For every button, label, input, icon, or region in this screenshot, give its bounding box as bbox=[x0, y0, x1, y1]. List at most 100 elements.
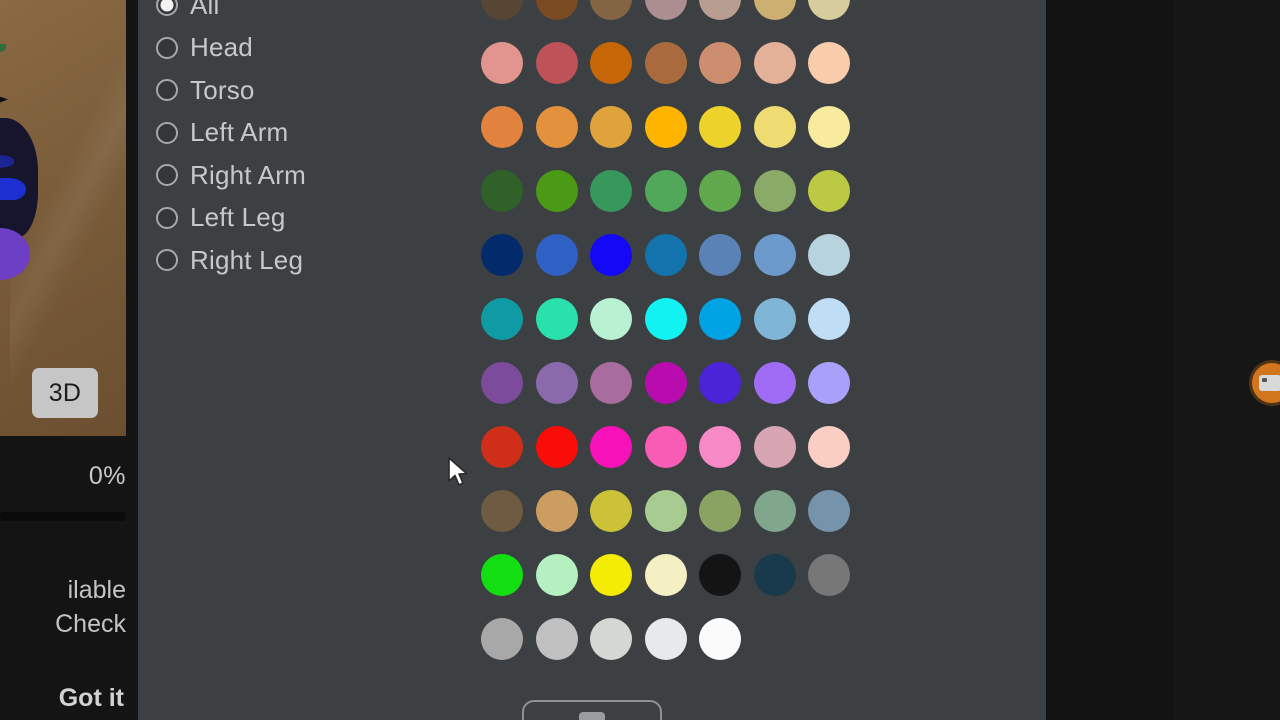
color-swatch[interactable] bbox=[808, 234, 850, 276]
color-swatch[interactable] bbox=[535, 298, 578, 340]
color-swatch[interactable] bbox=[644, 298, 687, 340]
color-picker-modal: All Head Torso Left Arm Right Arm Left Leg Rig… bbox=[138, 0, 1046, 720]
color-swatch[interactable] bbox=[535, 234, 578, 276]
color-swatch[interactable] bbox=[644, 426, 687, 468]
radio-icon[interactable] bbox=[156, 0, 178, 17]
color-swatch[interactable] bbox=[753, 490, 796, 532]
color-swatch[interactable] bbox=[753, 42, 796, 84]
color-swatch[interactable] bbox=[644, 0, 687, 20]
color-swatch-grid bbox=[481, 0, 881, 682]
color-swatch[interactable] bbox=[481, 618, 523, 660]
color-swatch[interactable] bbox=[753, 554, 796, 596]
color-swatch[interactable] bbox=[481, 554, 523, 596]
color-swatch[interactable] bbox=[699, 298, 741, 340]
color-swatch[interactable] bbox=[699, 426, 741, 468]
swatch-row bbox=[481, 234, 881, 298]
color-swatch[interactable] bbox=[808, 106, 850, 148]
body-part-option-right-arm[interactable]: Right Arm bbox=[156, 154, 456, 197]
color-swatch[interactable] bbox=[481, 234, 523, 276]
color-swatch[interactable] bbox=[535, 426, 578, 468]
color-swatch[interactable] bbox=[535, 490, 578, 532]
video-camera-icon-detail bbox=[1262, 378, 1267, 382]
color-swatch[interactable] bbox=[808, 298, 850, 340]
color-swatch[interactable] bbox=[808, 554, 850, 596]
color-swatch[interactable] bbox=[481, 298, 523, 340]
color-swatch[interactable] bbox=[535, 106, 578, 148]
body-part-label: Right Arm bbox=[190, 159, 306, 190]
color-swatch[interactable] bbox=[753, 426, 796, 468]
color-swatch[interactable] bbox=[644, 362, 687, 404]
body-part-label: Right Leg bbox=[190, 244, 304, 275]
color-swatch[interactable] bbox=[699, 42, 741, 84]
color-swatch[interactable] bbox=[590, 234, 632, 276]
color-swatch[interactable] bbox=[481, 362, 523, 404]
radio-icon[interactable] bbox=[156, 121, 178, 144]
progress-bar bbox=[0, 512, 126, 521]
color-swatch[interactable] bbox=[590, 490, 632, 532]
color-swatch[interactable] bbox=[644, 170, 687, 212]
color-swatch[interactable] bbox=[808, 42, 850, 84]
color-swatch[interactable] bbox=[590, 554, 632, 596]
color-swatch[interactable] bbox=[644, 42, 687, 84]
color-swatch[interactable] bbox=[481, 490, 523, 532]
color-swatch[interactable] bbox=[590, 618, 632, 660]
color-swatch[interactable] bbox=[590, 170, 632, 212]
color-swatch[interactable] bbox=[808, 170, 850, 212]
color-swatch[interactable] bbox=[753, 106, 796, 148]
color-swatch[interactable] bbox=[644, 234, 687, 276]
body-part-option-left-leg[interactable]: Left Leg bbox=[156, 197, 456, 240]
color-swatch[interactable] bbox=[481, 426, 523, 468]
color-swatch[interactable] bbox=[753, 170, 796, 212]
color-swatch[interactable] bbox=[535, 362, 578, 404]
color-swatch[interactable] bbox=[644, 554, 687, 596]
color-swatch[interactable] bbox=[699, 490, 741, 532]
color-swatch[interactable] bbox=[644, 106, 687, 148]
color-swatch[interactable] bbox=[699, 170, 741, 212]
color-swatch[interactable] bbox=[644, 490, 687, 532]
body-part-option-left-arm[interactable]: Left Arm bbox=[156, 112, 456, 155]
color-swatch[interactable] bbox=[590, 362, 632, 404]
color-swatch[interactable] bbox=[590, 426, 632, 468]
color-swatch[interactable] bbox=[644, 618, 687, 660]
color-swatch[interactable] bbox=[535, 42, 578, 84]
color-swatch[interactable] bbox=[535, 554, 578, 596]
color-swatch[interactable] bbox=[808, 362, 850, 404]
view-toggle-3d-button[interactable]: 3D bbox=[32, 368, 98, 418]
radio-icon[interactable] bbox=[156, 249, 178, 272]
color-swatch[interactable] bbox=[590, 0, 632, 20]
color-swatch[interactable] bbox=[590, 106, 632, 148]
color-swatch[interactable] bbox=[481, 170, 523, 212]
color-swatch[interactable] bbox=[481, 106, 523, 148]
radio-icon[interactable] bbox=[156, 164, 178, 187]
color-swatch[interactable] bbox=[699, 362, 741, 404]
color-swatch[interactable] bbox=[808, 426, 850, 468]
color-swatch[interactable] bbox=[699, 234, 741, 276]
body-part-option-all[interactable]: All bbox=[156, 0, 456, 27]
radio-icon[interactable] bbox=[156, 206, 178, 229]
swatch-row bbox=[481, 0, 881, 42]
body-part-option-head[interactable]: Head bbox=[156, 27, 456, 70]
color-swatch[interactable] bbox=[535, 0, 578, 20]
color-swatch[interactable] bbox=[808, 490, 850, 532]
color-swatch[interactable] bbox=[535, 170, 578, 212]
dismiss-tooltip-button[interactable]: Got it bbox=[59, 684, 124, 713]
color-swatch[interactable] bbox=[535, 618, 578, 660]
radio-icon[interactable] bbox=[156, 79, 178, 102]
color-swatch[interactable] bbox=[481, 42, 523, 84]
color-swatch[interactable] bbox=[808, 0, 850, 20]
color-swatch[interactable] bbox=[699, 0, 741, 20]
body-part-option-torso[interactable]: Torso bbox=[156, 69, 456, 112]
color-swatch[interactable] bbox=[699, 554, 741, 596]
color-swatch[interactable] bbox=[753, 234, 796, 276]
color-swatch[interactable] bbox=[699, 106, 741, 148]
body-part-option-right-leg[interactable]: Right Leg bbox=[156, 239, 456, 282]
palette-confirm-button[interactable] bbox=[522, 700, 662, 720]
color-swatch[interactable] bbox=[481, 0, 523, 20]
radio-icon[interactable] bbox=[156, 36, 178, 59]
color-swatch[interactable] bbox=[753, 298, 796, 340]
color-swatch[interactable] bbox=[753, 362, 796, 404]
color-swatch[interactable] bbox=[699, 618, 741, 660]
color-swatch[interactable] bbox=[590, 42, 632, 84]
color-swatch[interactable] bbox=[590, 298, 632, 340]
color-swatch[interactable] bbox=[753, 0, 796, 20]
